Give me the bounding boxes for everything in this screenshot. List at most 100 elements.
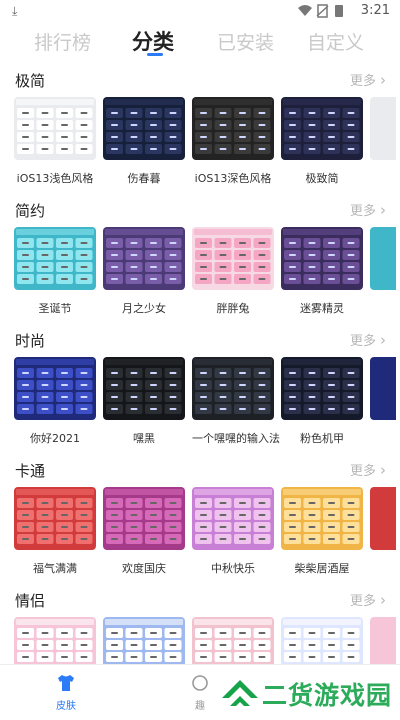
theme-card-row: 圣诞节 月之少女 胖胖兔 迷雾精灵 <box>14 227 400 327</box>
theme-card[interactable]: 极致简 <box>281 97 363 186</box>
keyboard-thumbnail <box>192 97 274 160</box>
theme-card-row: 你好2021 嘿黑 一个嘿嘿的输入法 粉色机甲 <box>14 357 400 457</box>
keyboard-thumbnail <box>281 97 363 160</box>
theme-name: 极致简 <box>305 172 339 185</box>
next-card-peek[interactable] <box>370 97 396 160</box>
next-card-peek[interactable] <box>370 487 396 550</box>
theme-card[interactable]: 迷雾精灵 <box>281 227 363 316</box>
chevron-right-icon: › <box>380 331 386 349</box>
theme-card[interactable]: 胖胖兔 <box>192 227 274 316</box>
battery-icon <box>335 5 343 17</box>
theme-card[interactable]: 一个嘿嘿的输入法 <box>192 357 280 446</box>
status-icons <box>298 4 343 18</box>
keyboard-thumbnail <box>14 357 96 420</box>
keyboard-thumbnail <box>192 357 274 420</box>
active-tab-indicator <box>147 53 163 56</box>
keyboard-preview-icon <box>281 357 363 420</box>
section-title: 卡通 <box>15 462 46 480</box>
theme-card[interactable]: iOS13深色风格 <box>192 97 274 186</box>
keyboard-preview-icon <box>192 227 274 290</box>
keyboard-thumbnail <box>14 487 96 550</box>
keyboard-preview-icon <box>14 227 96 290</box>
keyboard-thumbnail <box>14 227 96 290</box>
category-tabs: 排行榜 分类 已安装 自定义 <box>0 22 400 62</box>
watermark-text: 二货游戏园 <box>262 681 393 710</box>
keyboard-preview-icon <box>192 97 274 160</box>
keyboard-preview-icon <box>281 97 363 160</box>
fun-icon <box>192 675 208 691</box>
next-card-peek[interactable] <box>370 357 396 420</box>
keyboard-thumbnail <box>103 487 185 550</box>
section-2: 时尚 更多 › 你好2021 嘿黑 一个嘿嘿的输入法 粉色机甲 <box>0 330 400 460</box>
watermark: 二货游戏园 <box>218 672 400 712</box>
theme-name: 你好2021 <box>30 432 80 445</box>
more-link[interactable]: 更多 › <box>350 590 386 609</box>
keyboard-preview-icon <box>14 487 96 550</box>
theme-card[interactable]: 圣诞节 <box>14 227 96 316</box>
theme-name: 柴柴居酒屋 <box>294 562 350 575</box>
keyboard-thumbnail <box>103 227 185 290</box>
wifi-icon <box>298 5 312 16</box>
theme-card[interactable]: 中秋快乐 <box>192 487 274 576</box>
theme-name: 嘿黑 <box>133 432 155 445</box>
section-3: 卡通 更多 › 福气满满 欢度国庆 中秋快乐 柴柴居酒屋 <box>0 460 400 590</box>
more-link[interactable]: 更多 › <box>350 200 386 219</box>
shirt-icon <box>58 675 74 691</box>
theme-name: 粉色机甲 <box>300 432 344 445</box>
chevron-right-icon: › <box>380 461 386 479</box>
section-title: 极简 <box>15 72 46 90</box>
tab-category[interactable]: 分类 <box>132 26 174 56</box>
status-time: 3:21 <box>360 3 390 18</box>
watermark-logo-icon <box>222 680 258 706</box>
theme-card[interactable]: 伤春暮 <box>103 97 185 186</box>
theme-card[interactable]: 柴柴居酒屋 <box>281 487 363 576</box>
keyboard-preview-icon <box>14 97 96 160</box>
theme-card-row: iOS13浅色风格 伤春暮 iOS13深色风格 极致简 <box>14 97 400 197</box>
theme-card[interactable]: 欢度国庆 <box>103 487 185 576</box>
keyboard-preview-icon <box>281 487 363 550</box>
theme-card[interactable]: 月之少女 <box>103 227 185 316</box>
more-label: 更多 <box>349 464 376 479</box>
more-label: 更多 <box>349 334 376 349</box>
tab-ranking[interactable]: 排行榜 <box>34 28 91 55</box>
keyboard-thumbnail <box>192 227 274 290</box>
keyboard-thumbnail <box>103 97 185 160</box>
status-bar: ⤓ 3:21 <box>0 0 400 22</box>
theme-card[interactable]: 你好2021 <box>14 357 96 446</box>
keyboard-preview-icon <box>14 357 96 420</box>
theme-name: 福气满满 <box>33 562 77 575</box>
more-label: 更多 <box>349 74 376 89</box>
theme-name: 中秋快乐 <box>211 562 255 575</box>
theme-name: iOS13深色风格 <box>194 172 272 185</box>
keyboard-thumbnail <box>103 357 185 420</box>
section-title: 时尚 <box>15 332 46 350</box>
theme-card[interactable]: 福气满满 <box>14 487 96 576</box>
theme-card[interactable]: 嘿黑 <box>103 357 185 446</box>
more-link[interactable]: 更多 › <box>350 330 386 349</box>
theme-card-row: 福气满满 欢度国庆 中秋快乐 柴柴居酒屋 <box>14 487 400 587</box>
more-label: 更多 <box>349 204 376 219</box>
section-title: 简约 <box>15 202 46 220</box>
more-label: 更多 <box>349 594 376 609</box>
nav-skin[interactable]: 皮肤 <box>36 665 96 713</box>
more-link[interactable]: 更多 › <box>350 460 386 479</box>
section-0: 极简 更多 › iOS13浅色风格 伤春暮 iOS13深色风格 极致简 <box>0 70 400 200</box>
theme-card[interactable]: 粉色机甲 <box>281 357 363 446</box>
tab-custom[interactable]: 自定义 <box>307 28 364 55</box>
theme-name: 欢度国庆 <box>122 562 166 575</box>
more-link[interactable]: 更多 › <box>350 70 386 89</box>
theme-name: iOS13浅色风格 <box>16 172 94 185</box>
nav-skin-label: 皮肤 <box>56 701 76 712</box>
theme-name: 迷雾精灵 <box>300 302 344 315</box>
download-icon: ⤓ <box>12 4 18 18</box>
keyboard-preview-icon <box>281 227 363 290</box>
keyboard-thumbnail <box>281 487 363 550</box>
section-1: 简约 更多 › 圣诞节 月之少女 胖胖兔 迷雾精灵 <box>0 200 400 330</box>
chevron-right-icon: › <box>380 591 386 609</box>
keyboard-thumbnail <box>281 357 363 420</box>
keyboard-thumbnail <box>192 487 274 550</box>
tab-installed[interactable]: 已安装 <box>217 28 274 55</box>
keyboard-thumbnail <box>281 227 363 290</box>
theme-card[interactable]: iOS13浅色风格 <box>14 97 96 186</box>
next-card-peek[interactable] <box>370 227 396 290</box>
